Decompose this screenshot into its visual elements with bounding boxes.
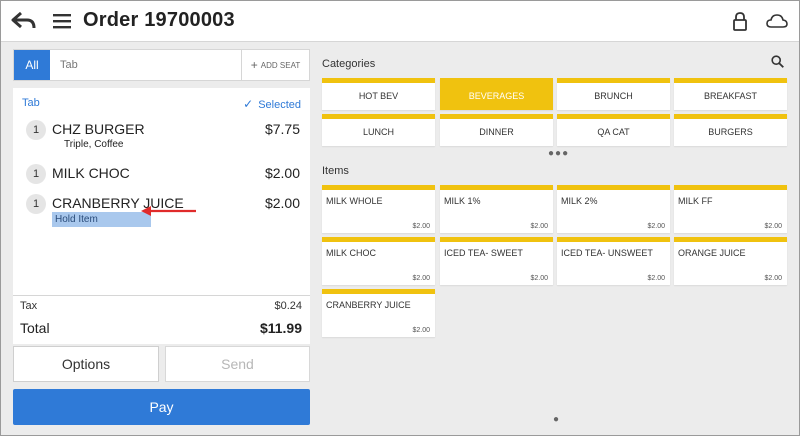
menu-item-tile[interactable]: MILK 1% $2.00 <box>440 185 553 233</box>
app-header: Order 19700003 <box>1 1 799 42</box>
menu-item-price: $2.00 <box>647 223 665 230</box>
category-tile-beverages[interactable]: BEVERAGES <box>440 78 553 110</box>
menu-item-tile[interactable]: ICED TEA- SWEET $2.00 <box>440 237 553 285</box>
items-heading: Items <box>322 165 349 177</box>
add-seat-label: ADD SEAT <box>260 61 301 70</box>
cloud-icon[interactable] <box>766 13 788 29</box>
menu-item-price: $2.00 <box>764 223 782 230</box>
annotation-arrow-icon <box>141 206 196 216</box>
menu-item-tile[interactable]: MILK CHOC $2.00 <box>322 237 435 285</box>
menu-item-price: $2.00 <box>412 275 430 282</box>
menu-item-price: $2.00 <box>764 275 782 282</box>
menu-item-tile[interactable]: MILK 2% $2.00 <box>557 185 670 233</box>
item-qty-badge: 1 <box>26 194 46 214</box>
category-tile-qa-cat[interactable]: QA CAT <box>557 114 670 146</box>
page-title: Order 19700003 <box>83 9 235 31</box>
total-label: Total <box>20 320 50 336</box>
ticket-tab-label: Tab <box>22 97 40 109</box>
category-tile-burgers[interactable]: BURGERS <box>674 114 787 146</box>
menu-item-name: MILK FF <box>678 196 713 206</box>
menu-panel: Categories HOT BEV BEVERAGES BRUNCH BREA… <box>322 42 799 435</box>
item-price: $7.75 <box>264 121 300 137</box>
hold-item-tag[interactable]: Hold Item <box>52 212 151 227</box>
menu-item-name: ICED TEA- UNSWEET <box>561 248 653 258</box>
menu-item-price: $2.00 <box>647 275 665 282</box>
category-tile-lunch[interactable]: LUNCH <box>322 114 435 146</box>
item-qty-badge: 1 <box>26 164 46 184</box>
options-button[interactable]: Options <box>13 346 159 382</box>
menu-item-name: MILK 1% <box>444 196 481 206</box>
menu-item-name: MILK CHOC <box>326 248 377 258</box>
category-page-dots[interactable]: ●●● <box>548 148 569 159</box>
menu-item-tile[interactable]: CRANBERRY JUICE $2.00 <box>322 289 435 337</box>
seat-all-button[interactable]: All <box>14 50 50 80</box>
pos-order-screen: Order 19700003 All Tab + ADD SEAT Tab ✓ Se… <box>0 0 800 436</box>
menu-item-price: $2.00 <box>412 223 430 230</box>
checkmark-icon: ✓ <box>243 97 254 111</box>
item-price: $2.00 <box>264 195 300 211</box>
item-name: MILK CHOC <box>52 165 130 181</box>
menu-item-price: $2.00 <box>530 223 548 230</box>
search-icon[interactable] <box>771 55 784 68</box>
menu-item-name: ORANGE JUICE <box>678 248 746 258</box>
selected-indicator[interactable]: ✓ Selected <box>243 97 301 111</box>
menu-item-name: ICED TEA- SWEET <box>444 248 523 258</box>
back-arrow-icon[interactable] <box>11 10 37 32</box>
order-totals: Tax $0.24 Total $11.99 <box>13 295 310 343</box>
item-name: CHZ BURGER <box>52 121 145 137</box>
menu-item-name: CRANBERRY JUICE <box>326 300 411 310</box>
categories-heading: Categories <box>322 58 376 70</box>
menu-item-price: $2.00 <box>412 327 430 334</box>
tax-value: $0.24 <box>274 300 302 312</box>
total-value: $11.99 <box>259 320 302 336</box>
category-tile-dinner[interactable]: DINNER <box>440 114 553 146</box>
send-button[interactable]: Send <box>165 346 310 382</box>
menu-item-tile[interactable]: MILK WHOLE $2.00 <box>322 185 435 233</box>
item-modifier: Triple, Coffee <box>64 139 124 150</box>
category-tile-hot-bev[interactable]: HOT BEV <box>322 78 435 110</box>
menu-item-name: MILK 2% <box>561 196 598 206</box>
seat-bar: All Tab + ADD SEAT <box>13 49 310 81</box>
hamburger-menu-icon[interactable] <box>53 12 71 30</box>
lock-icon[interactable] <box>732 11 748 31</box>
menu-item-tile[interactable]: ICED TEA- UNSWEET $2.00 <box>557 237 670 285</box>
menu-item-price: $2.00 <box>530 275 548 282</box>
pay-button[interactable]: Pay <box>13 389 310 425</box>
menu-item-name: MILK WHOLE <box>326 196 383 206</box>
menu-item-tile[interactable]: MILK FF $2.00 <box>674 185 787 233</box>
order-panel: All Tab + ADD SEAT Tab ✓ Selected 1 CHZ BU… <box>1 42 321 435</box>
category-tile-breakfast[interactable]: BREAKFAST <box>674 78 787 110</box>
plus-icon: + <box>250 58 258 72</box>
tax-label: Tax <box>20 300 38 312</box>
menu-item-tile[interactable]: ORANGE JUICE $2.00 <box>674 237 787 285</box>
add-seat-button[interactable]: + ADD SEAT <box>241 50 309 80</box>
item-price: $2.00 <box>264 165 300 181</box>
selected-label: Selected <box>258 99 301 111</box>
item-qty-badge: 1 <box>26 120 46 140</box>
seat-tab-button[interactable]: Tab <box>60 50 78 80</box>
item-page-dot[interactable]: ● <box>553 414 560 425</box>
category-tile-brunch[interactable]: BRUNCH <box>557 78 670 110</box>
